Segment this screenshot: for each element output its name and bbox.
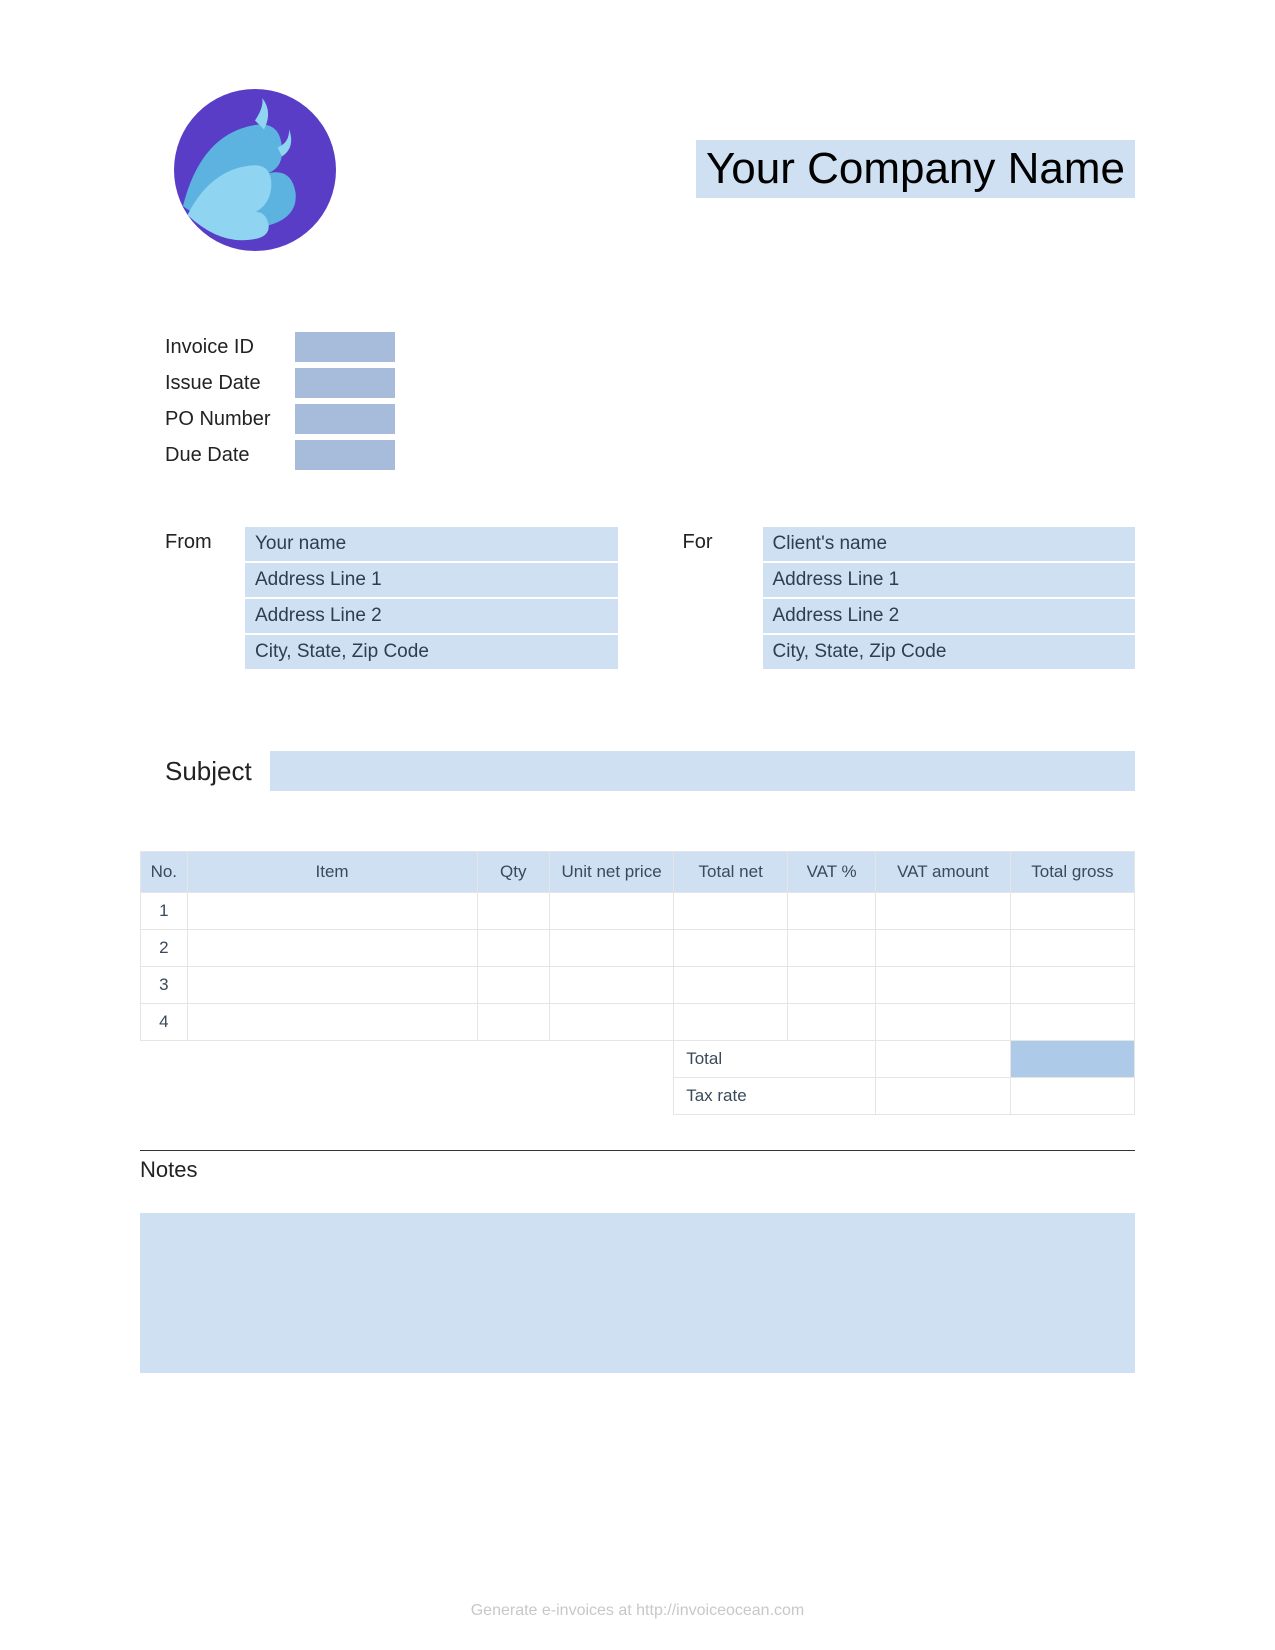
notes-label: Notes xyxy=(140,1157,1135,1183)
cell-no: 2 xyxy=(141,930,188,967)
cell-totalnet[interactable] xyxy=(674,893,788,930)
th-vat-amount: VAT amount xyxy=(876,852,1011,893)
for-name[interactable]: Client's name xyxy=(763,527,1136,561)
total-label: Total xyxy=(674,1041,876,1078)
table-row: 2 xyxy=(141,930,1135,967)
cell-item[interactable] xyxy=(187,967,477,1004)
summary-total-row: Total xyxy=(141,1041,1135,1078)
from-city[interactable]: City, State, Zip Code xyxy=(245,635,618,669)
for-address1[interactable]: Address Line 1 xyxy=(763,563,1136,597)
cell-item[interactable] xyxy=(187,930,477,967)
cell-gross[interactable] xyxy=(1010,967,1134,1004)
cell-totalnet[interactable] xyxy=(674,930,788,967)
th-vat-pct: VAT % xyxy=(788,852,876,893)
tax-rate-vat-amount xyxy=(876,1078,1011,1115)
po-number-label: PO Number xyxy=(165,408,295,431)
invoice-id-value[interactable] xyxy=(295,332,395,362)
due-date-value[interactable] xyxy=(295,440,395,470)
from-address2[interactable]: Address Line 2 xyxy=(245,599,618,633)
wave-logo-icon xyxy=(165,80,345,260)
table-row: 4 xyxy=(141,1004,1135,1041)
cell-vat[interactable] xyxy=(788,967,876,1004)
cell-vat[interactable] xyxy=(788,930,876,967)
notes-body[interactable] xyxy=(140,1213,1135,1373)
issue-date-value[interactable] xyxy=(295,368,395,398)
for-city[interactable]: City, State, Zip Code xyxy=(763,635,1136,669)
cell-unit[interactable] xyxy=(549,967,673,1004)
notes-divider xyxy=(140,1150,1135,1151)
cell-vat[interactable] xyxy=(788,1004,876,1041)
cell-gross[interactable] xyxy=(1010,893,1134,930)
total-gross xyxy=(1010,1041,1134,1078)
cell-vatamt[interactable] xyxy=(876,893,1011,930)
issue-date-label: Issue Date xyxy=(165,372,295,395)
subject-value[interactable] xyxy=(270,751,1135,791)
for-address2[interactable]: Address Line 2 xyxy=(763,599,1136,633)
th-total-net: Total net xyxy=(674,852,788,893)
for-party: For Client's name Address Line 1 Address… xyxy=(658,527,1136,671)
from-label: From xyxy=(165,527,245,671)
cell-qty[interactable] xyxy=(477,930,549,967)
company-name[interactable]: Your Company Name xyxy=(696,140,1135,198)
th-no: No. xyxy=(141,852,188,893)
cell-no: 3 xyxy=(141,967,188,1004)
due-date-label: Due Date xyxy=(165,444,295,467)
cell-vat[interactable] xyxy=(788,893,876,930)
footer-text: Generate e-invoices at http://invoiceoce… xyxy=(0,1602,1275,1620)
th-unit-net-price: Unit net price xyxy=(549,852,673,893)
cell-qty[interactable] xyxy=(477,1004,549,1041)
invoice-id-label: Invoice ID xyxy=(165,336,295,359)
cell-unit[interactable] xyxy=(549,893,673,930)
cell-no: 1 xyxy=(141,893,188,930)
for-label: For xyxy=(683,527,763,671)
cell-unit[interactable] xyxy=(549,1004,673,1041)
summary-tax-row: Tax rate xyxy=(141,1078,1135,1115)
cell-item[interactable] xyxy=(187,1004,477,1041)
cell-gross[interactable] xyxy=(1010,1004,1134,1041)
th-qty: Qty xyxy=(477,852,549,893)
th-item: Item xyxy=(187,852,477,893)
from-address1[interactable]: Address Line 1 xyxy=(245,563,618,597)
table-row: 3 xyxy=(141,967,1135,1004)
cell-qty[interactable] xyxy=(477,893,549,930)
total-vat-amount xyxy=(876,1041,1011,1078)
line-items-table: No. Item Qty Unit net price Total net VA… xyxy=(140,851,1135,1115)
invoice-metadata: Invoice ID Issue Date PO Number Due Date xyxy=(165,330,1135,472)
from-name[interactable]: Your name xyxy=(245,527,618,561)
cell-item[interactable] xyxy=(187,893,477,930)
cell-qty[interactable] xyxy=(477,967,549,1004)
cell-gross[interactable] xyxy=(1010,930,1134,967)
tax-rate-label: Tax rate xyxy=(674,1078,876,1115)
po-number-value[interactable] xyxy=(295,404,395,434)
cell-vatamt[interactable] xyxy=(876,1004,1011,1041)
cell-vatamt[interactable] xyxy=(876,967,1011,1004)
from-party: From Your name Address Line 1 Address Li… xyxy=(140,527,618,671)
cell-vatamt[interactable] xyxy=(876,930,1011,967)
cell-unit[interactable] xyxy=(549,930,673,967)
cell-totalnet[interactable] xyxy=(674,967,788,1004)
cell-totalnet[interactable] xyxy=(674,1004,788,1041)
tax-rate-gross xyxy=(1010,1078,1134,1115)
table-row: 1 xyxy=(141,893,1135,930)
th-total-gross: Total gross xyxy=(1010,852,1134,893)
subject-label: Subject xyxy=(165,756,270,787)
cell-no: 4 xyxy=(141,1004,188,1041)
